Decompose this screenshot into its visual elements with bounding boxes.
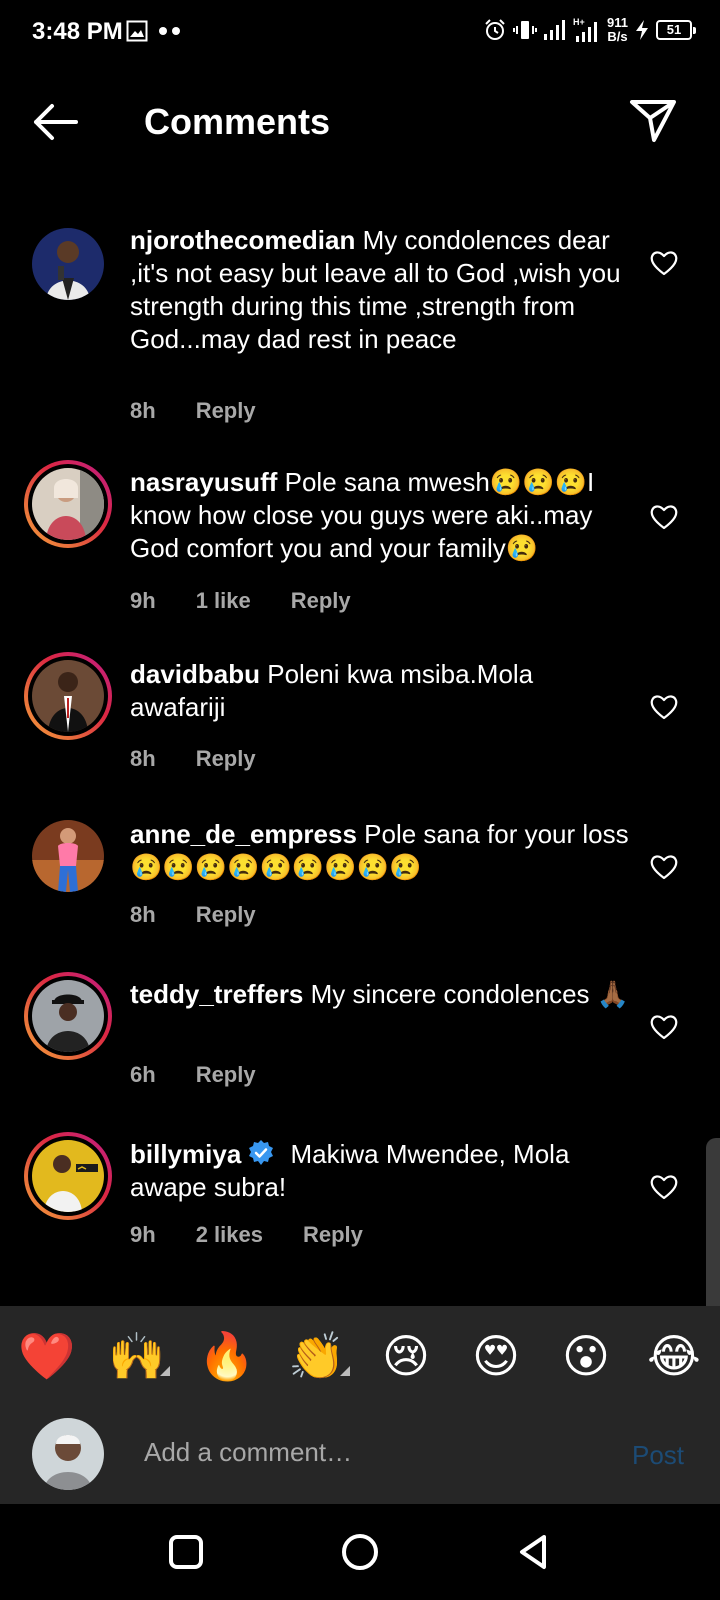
signal-icon (544, 20, 566, 40)
comment-likes[interactable]: 1 like (196, 588, 251, 614)
system-nav-bar (0, 1504, 720, 1600)
arrow-left-icon (34, 104, 78, 140)
status-bar: 3:48 PM H+ 911 B/s 51 (0, 0, 720, 64)
signal-hplus-icon: H+ (573, 17, 598, 42)
comment-time: 8h (130, 398, 156, 423)
status-time: 3:48 PM (32, 18, 123, 45)
heart-icon[interactable] (650, 694, 678, 720)
comment-time: 9h (130, 1222, 156, 1247)
avatar[interactable] (24, 652, 112, 740)
charging-icon (636, 20, 648, 40)
comment-time: 9h (130, 588, 156, 613)
network-speed: 911 B/s (607, 15, 628, 44)
emoji-surprised-face[interactable]: 😮 (558, 1328, 614, 1384)
triangle-back-icon[interactable] (514, 1532, 554, 1572)
post-button[interactable]: Post (632, 1440, 684, 1471)
heart-icon[interactable] (650, 1174, 678, 1200)
comment-item: nasrayusuff Pole sana mwesh😢😢😢I know how… (0, 440, 720, 630)
emoji-tears-of-joy[interactable]: 😂 (646, 1328, 702, 1384)
comment-time: 8h (130, 902, 156, 927)
user-avatar-image (32, 228, 104, 300)
paper-plane-icon (630, 100, 676, 142)
avatar[interactable] (24, 972, 112, 1060)
square-icon[interactable] (166, 1532, 206, 1572)
heart-icon[interactable] (650, 504, 678, 530)
comment-item: anne_de_empress Pole sana for your loss😢… (0, 790, 720, 950)
comment-item: billymiya Makiwa Mwendee, Mola awape sub… (0, 1110, 720, 1270)
comment-username[interactable]: anne_de_empress (130, 819, 357, 849)
alarm-icon (485, 19, 505, 40)
page-title: Comments (144, 101, 331, 142)
comment-input[interactable] (144, 1432, 584, 1472)
comment-username[interactable]: billymiya (130, 1139, 241, 1169)
comment-username[interactable]: davidbabu (130, 659, 260, 689)
reply-button[interactable]: Reply (291, 588, 351, 614)
user-avatar-image (32, 820, 104, 892)
svg-text:H+: H+ (573, 17, 585, 27)
circle-icon[interactable] (340, 1532, 380, 1572)
user-avatar-image (32, 468, 104, 540)
image-icon (126, 20, 148, 42)
avatar[interactable] (24, 460, 112, 548)
comments-header: Comments (0, 80, 720, 164)
quick-emoji-bar: ❤️ 🙌 🔥 👏 😢 😍 😮 😂 (0, 1306, 720, 1402)
heart-icon[interactable] (650, 1014, 678, 1040)
verified-badge-icon (249, 1140, 274, 1165)
emoji-heart-eyes[interactable]: 😍 (468, 1328, 524, 1384)
vibrate-icon (513, 21, 538, 39)
share-button[interactable] (628, 96, 678, 146)
reply-button[interactable]: Reply (196, 902, 256, 928)
comments-list[interactable]: njorothecomedian My condolences dear ,it… (0, 180, 720, 1305)
emoji-crying-face[interactable]: 😢 (378, 1328, 434, 1384)
comment-time: 8h (130, 746, 156, 771)
skin-tone-indicator (160, 1366, 170, 1376)
avatar[interactable] (32, 1418, 104, 1490)
user-avatar-image (32, 980, 104, 1052)
emoji-raising-hands[interactable]: 🙌 (108, 1328, 165, 1384)
emoji-fire[interactable]: 🔥 (198, 1328, 255, 1384)
comment-item: njorothecomedian My condolences dear ,it… (0, 180, 720, 440)
dots-icon (159, 27, 180, 35)
reply-button[interactable]: Reply (303, 1222, 363, 1248)
battery-icon: 51 (656, 20, 696, 40)
heart-icon[interactable] (650, 854, 678, 880)
comment-item: teddy_treffers My sincere condolences 🙏🏾… (0, 950, 720, 1110)
comment-composer: Post (0, 1402, 720, 1504)
back-button[interactable] (28, 100, 84, 144)
avatar[interactable] (24, 812, 112, 900)
comment-username[interactable]: nasrayusuff (130, 467, 277, 497)
comment-username[interactable]: teddy_treffers (130, 979, 303, 1009)
reply-button[interactable]: Reply (196, 1062, 256, 1088)
avatar[interactable] (24, 1132, 112, 1220)
comment-likes[interactable]: 2 likes (196, 1222, 263, 1248)
comment-username[interactable]: njorothecomedian (130, 225, 355, 255)
comment-time: 6h (130, 1062, 156, 1087)
comment-body: My sincere condolences 🙏🏾 (310, 979, 630, 1009)
emoji-heart[interactable]: ❤️ (18, 1328, 75, 1384)
emoji-clapping-hands[interactable]: 👏 (288, 1328, 345, 1384)
avatar[interactable] (24, 220, 112, 308)
reply-button[interactable]: Reply (196, 746, 256, 772)
skin-tone-indicator (340, 1366, 350, 1376)
comment-item: davidbabu Poleni kwa msiba.Mola awafarij… (0, 630, 720, 790)
user-avatar-image (32, 1140, 104, 1212)
user-avatar-image (32, 660, 104, 732)
reply-button[interactable]: Reply (196, 398, 256, 424)
heart-icon[interactable] (650, 250, 678, 276)
